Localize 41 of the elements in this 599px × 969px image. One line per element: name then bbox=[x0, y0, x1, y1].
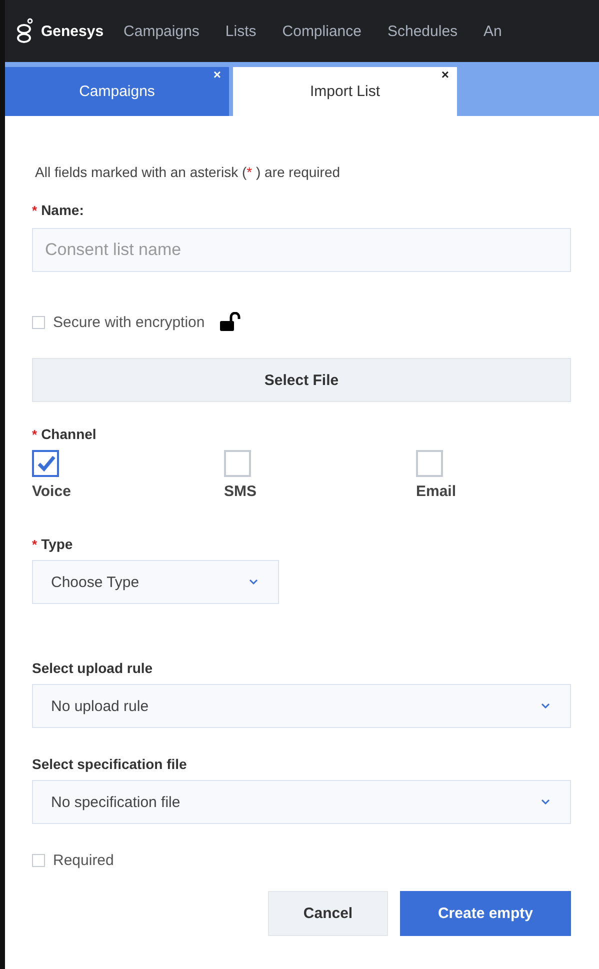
type-dropdown[interactable]: Choose Type bbox=[32, 560, 279, 604]
nav-link[interactable]: Compliance bbox=[282, 22, 362, 40]
tab[interactable]: Import List × bbox=[233, 67, 457, 116]
logo-icon bbox=[17, 18, 33, 44]
specification-dropdown[interactable]: No specification file bbox=[32, 780, 571, 824]
checkbox-label: SMS bbox=[224, 483, 257, 500]
required-asterisk: * bbox=[32, 537, 38, 552]
chevron-down-icon bbox=[541, 703, 550, 709]
nav-link[interactable]: Lists bbox=[225, 22, 256, 40]
required-asterisk: * bbox=[32, 203, 38, 218]
field-label: Channel bbox=[41, 426, 96, 442]
name-input[interactable]: Consent list name bbox=[32, 228, 571, 272]
field-label: Name: bbox=[41, 202, 84, 218]
cancel-button[interactable]: Cancel bbox=[268, 891, 388, 936]
select-file-button[interactable]: Select File bbox=[32, 358, 571, 402]
checkbox-label: Email bbox=[416, 483, 456, 500]
nav-link[interactable]: An bbox=[484, 22, 502, 40]
checkbox-label: Secure with encryption bbox=[53, 314, 205, 330]
checkbox[interactable] bbox=[32, 854, 45, 867]
chevron-down-icon bbox=[541, 799, 550, 805]
nav-link[interactable]: Campaigns bbox=[124, 22, 200, 40]
checkbox[interactable] bbox=[32, 450, 59, 477]
field-label: Type bbox=[41, 536, 73, 552]
checkbox-label: Required bbox=[53, 852, 114, 869]
nav-link[interactable]: Schedules bbox=[387, 22, 458, 40]
checkbox[interactable] bbox=[32, 316, 45, 328]
checkbox-label: Voice bbox=[32, 483, 71, 500]
required-note: All fields marked with an asterisk (* ) are required bbox=[35, 164, 342, 180]
close-icon[interactable]: × bbox=[441, 67, 449, 82]
required-asterisk: * bbox=[32, 427, 38, 442]
upload-rule-dropdown[interactable]: No upload rule bbox=[32, 684, 571, 728]
chevron-down-icon bbox=[249, 579, 258, 585]
close-icon[interactable]: × bbox=[213, 67, 221, 82]
brand-name: Genesys bbox=[41, 22, 104, 40]
field-label: Select specification file bbox=[32, 756, 187, 772]
tab[interactable]: Campaigns × bbox=[5, 67, 229, 116]
unlocked-padlock-icon bbox=[218, 312, 241, 332]
checkbox[interactable] bbox=[416, 450, 443, 477]
field-label: Select upload rule bbox=[32, 660, 153, 676]
create-button[interactable]: Create empty bbox=[400, 891, 571, 936]
checkbox[interactable] bbox=[224, 450, 251, 477]
